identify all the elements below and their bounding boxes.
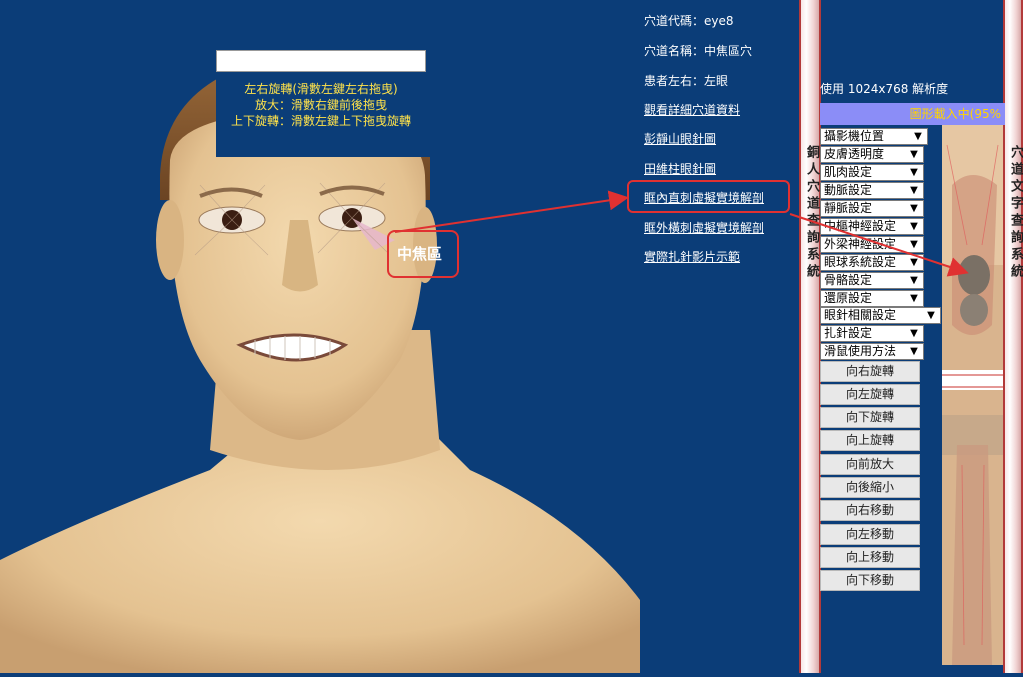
acupoint-name: 穴道名稱：中焦區穴 (644, 44, 753, 58)
chevron-down-icon: ▼ (910, 185, 918, 196)
select-eye-acupuncture[interactable]: 眼針相關設定 ▼ (820, 307, 941, 324)
help-line-rotate: 左右旋轉(滑數左鍵左右拖曳) (244, 82, 398, 96)
select-cns[interactable]: 中樞神經設定 ▼ (820, 218, 924, 235)
select-mouse-usage[interactable]: 滑鼠使用方法 ▼ (820, 343, 924, 360)
acupoint-code: 穴道代碼：eye8 (644, 14, 734, 28)
chevron-down-icon: ▼ (910, 203, 918, 214)
chevron-down-icon: ▼ (910, 221, 918, 232)
help-line-zoom: 放大：滑數右鍵前後拖曳 (254, 98, 387, 112)
chevron-down-icon: ▼ (910, 167, 918, 178)
right-title-bar: 穴道文字查詢系統 (1003, 0, 1023, 673)
chevron-down-icon: ▼ (914, 131, 922, 142)
search-input[interactable] (216, 50, 426, 72)
loading-bar: 圖形載入中(95% (820, 103, 1005, 125)
select-needle[interactable]: 扎針設定 ▼ (820, 325, 924, 342)
left-title-text: 銅人穴道查詢系統 (804, 145, 819, 281)
select-artery[interactable]: 動脈設定 ▼ (820, 182, 924, 199)
select-eyeball[interactable]: 眼球系統設定 ▼ (820, 254, 924, 271)
link-detail[interactable]: 觀看詳細穴道資料 (644, 101, 740, 118)
move-down-button[interactable]: 向下移動 (820, 570, 920, 591)
select-camera[interactable]: 攝影機位置 ▼ (820, 128, 928, 145)
right-title-text: 穴道文字查詢系統 (1008, 145, 1023, 281)
select-vein[interactable]: 靜脈設定 ▼ (820, 200, 924, 217)
move-right-button[interactable]: 向右移動 (820, 500, 920, 521)
select-reset[interactable]: 還原設定 ▼ (820, 290, 924, 307)
chevron-down-icon: ▼ (927, 310, 935, 321)
zoom-in-button[interactable]: 向前放大 (820, 454, 920, 475)
link-tian-chart[interactable]: 田維柱眼針圖 (644, 160, 716, 177)
chevron-down-icon: ▼ (910, 293, 918, 304)
rotate-left-button[interactable]: 向左旋轉 (820, 384, 920, 405)
chevron-down-icon: ▼ (910, 149, 918, 160)
rotate-down-button[interactable]: 向下旋轉 (820, 407, 920, 428)
link-outer-vr[interactable]: 眶外橫刺虛擬實境解剖 (644, 219, 764, 236)
link-peng-chart[interactable]: 彭靜山眼針圖 (644, 130, 716, 147)
anatomy-preview (942, 125, 1003, 665)
highlight-box (627, 180, 790, 213)
select-muscle[interactable]: 肌肉設定 ▼ (820, 164, 924, 181)
chevron-down-icon: ▼ (910, 275, 918, 286)
zoom-out-button[interactable]: 向後縮小 (820, 477, 920, 498)
chevron-down-icon: ▼ (910, 328, 918, 339)
chevron-down-icon: ▼ (910, 239, 918, 250)
select-peripheral-nerve[interactable]: 外梁神經設定 ▼ (820, 236, 924, 253)
patient-side: 患者左右：左眼 (644, 74, 729, 88)
rotate-up-button[interactable]: 向上旋轉 (820, 430, 920, 451)
move-up-button[interactable]: 向上移動 (820, 547, 920, 568)
help-line-tilt: 上下旋轉：滑數左鍵上下拖曳旋轉 (230, 114, 411, 128)
rotate-right-button[interactable]: 向右旋轉 (820, 361, 920, 382)
resolution-notice: 使用 1024x768 解析度 (820, 82, 949, 96)
chevron-down-icon: ▼ (910, 346, 918, 357)
select-skin-opacity[interactable]: 皮膚透明度 ▼ (820, 146, 924, 163)
move-left-button[interactable]: 向左移動 (820, 524, 920, 545)
acupoint-label: 中焦區 (387, 230, 459, 278)
link-video[interactable]: 實際扎針影片示範 (644, 248, 740, 265)
select-skeleton[interactable]: 骨骼設定 ▼ (820, 272, 924, 289)
left-title-bar: 銅人穴道查詢系統 (799, 0, 821, 673)
anatomy-preview-image (942, 125, 1003, 665)
chevron-down-icon: ▼ (910, 257, 918, 268)
